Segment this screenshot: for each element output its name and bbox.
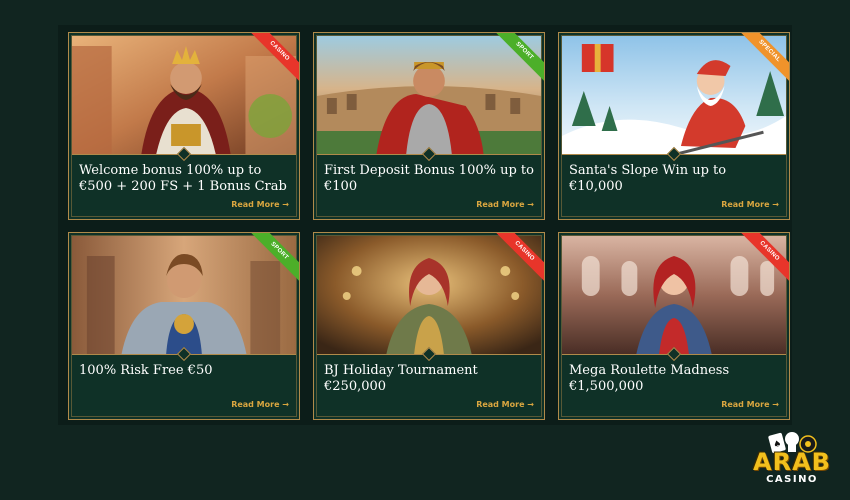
promo-card-welcome-bonus[interactable]: CASINO Welcome bonus 100% up to €500 + 2… [68, 32, 300, 220]
promo-image-knight [72, 236, 296, 354]
read-more-link[interactable]: Read More → [476, 400, 534, 409]
read-more-link[interactable]: Read More → [721, 200, 779, 209]
promo-title: First Deposit Bonus 100% up to €100 [324, 163, 534, 194]
promo-card-risk-free[interactable]: SPORT 100% Risk Free €50 Read More → [68, 232, 300, 420]
promo-image-roulette-woman [562, 236, 786, 354]
promo-title: 100% Risk Free €50 [79, 363, 213, 378]
promo-image-santa [562, 36, 786, 154]
promo-title: Welcome bonus 100% up to €500 + 200 FS +… [79, 163, 287, 194]
read-more-link[interactable]: Read More → [231, 200, 289, 209]
promotions-panel: CASINO Welcome bonus 100% up to €500 + 2… [58, 25, 792, 425]
promo-card-santas-slope[interactable]: SPECIAL Santa's Slope Win up to €10,000 … [558, 32, 790, 220]
promo-image-king [72, 36, 296, 154]
promo-card-first-deposit[interactable]: SPORT First Deposit Bonus 100% up to €10… [313, 32, 545, 220]
read-more-link[interactable]: Read More → [476, 200, 534, 209]
promo-image-gladiator [317, 36, 541, 154]
promo-image-warrior-woman [317, 236, 541, 354]
promo-title: Santa's Slope Win up to €10,000 [569, 163, 727, 194]
promo-card-bj-holiday[interactable]: CASINO BJ Holiday Tournament €250,000 Re… [313, 232, 545, 420]
read-more-link[interactable]: Read More → [721, 400, 779, 409]
logo-sub-text: CASINO [766, 474, 818, 485]
promo-card-mega-roulette[interactable]: CASINO Mega Roulette Madness €1,500,000 … [558, 232, 790, 420]
promo-title: Mega Roulette Madness €1,500,000 [569, 363, 730, 394]
read-more-link[interactable]: Read More → [231, 400, 289, 409]
promo-title: BJ Holiday Tournament €250,000 [324, 363, 478, 394]
logo-brand-text: ARAB [753, 448, 831, 476]
arab-casino-logo: ♠ ARAB CASINO [752, 430, 832, 490]
